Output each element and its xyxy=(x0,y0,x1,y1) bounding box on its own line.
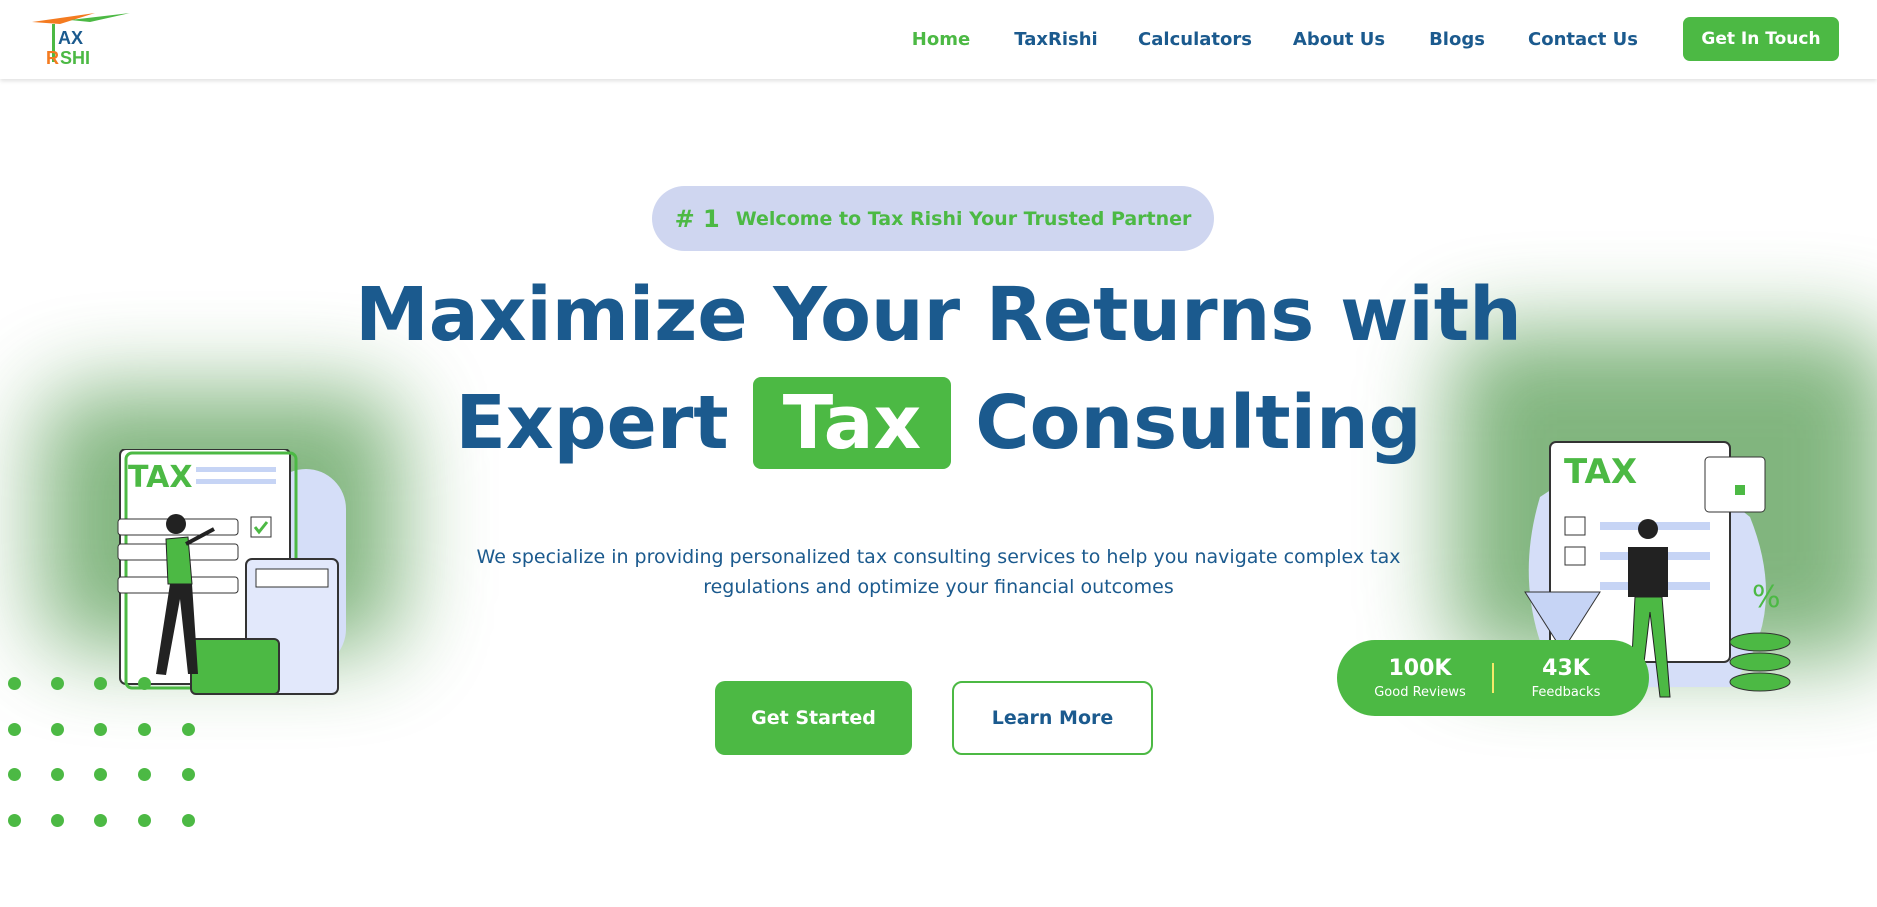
badge-number: # 1 xyxy=(674,204,720,233)
title-post: Consulting xyxy=(975,380,1422,466)
stats-divider xyxy=(1492,663,1494,693)
hero-title-line1: Maximize Your Returns with xyxy=(355,272,1522,358)
get-in-touch-button[interactable]: Get In Touch xyxy=(1683,17,1839,61)
welcome-badge: # 1 Welcome to Tax Rishi Your Trusted Pa… xyxy=(652,186,1214,251)
nav-blogs[interactable]: Blogs xyxy=(1429,29,1485,50)
stat-feedbacks: 43K Feedbacks xyxy=(1531,656,1601,700)
nav-calculators[interactable]: Calculators xyxy=(1138,29,1252,50)
stat-reviews: 100K Good Reviews xyxy=(1374,656,1466,700)
nav-contact-us[interactable]: Contact Us xyxy=(1528,29,1638,50)
svg-text:AX: AX xyxy=(58,28,83,48)
nav-home[interactable]: Home xyxy=(912,29,970,50)
stats-pill: 100K Good Reviews 43K Feedbacks xyxy=(1337,640,1649,716)
tax-form-illustration-left: TAX xyxy=(117,449,346,695)
taxrishi-logo[interactable]: AX R SHI xyxy=(30,10,145,68)
hero-description: We specialize in providing personalized … xyxy=(476,546,1401,598)
learn-more-button[interactable]: Learn More xyxy=(952,681,1153,755)
nav-taxrishi[interactable]: TaxRishi xyxy=(1014,29,1097,50)
navbar: AX R SHI Home TaxRishi Calculators About… xyxy=(0,0,1877,79)
badge-text: Welcome to Tax Rishi Your Trusted Partne… xyxy=(735,207,1192,230)
title-highlight: Tax xyxy=(752,377,952,469)
svg-text:SHI: SHI xyxy=(60,48,90,68)
svg-text:R: R xyxy=(46,48,59,68)
title-pre: Expert xyxy=(455,380,729,466)
get-started-button[interactable]: Get Started xyxy=(715,681,912,755)
hero-title-line2: Expert Tax Consulting xyxy=(0,377,1877,469)
svg-text:%: % xyxy=(1752,580,1781,615)
nav-about-us[interactable]: About Us xyxy=(1293,29,1385,50)
